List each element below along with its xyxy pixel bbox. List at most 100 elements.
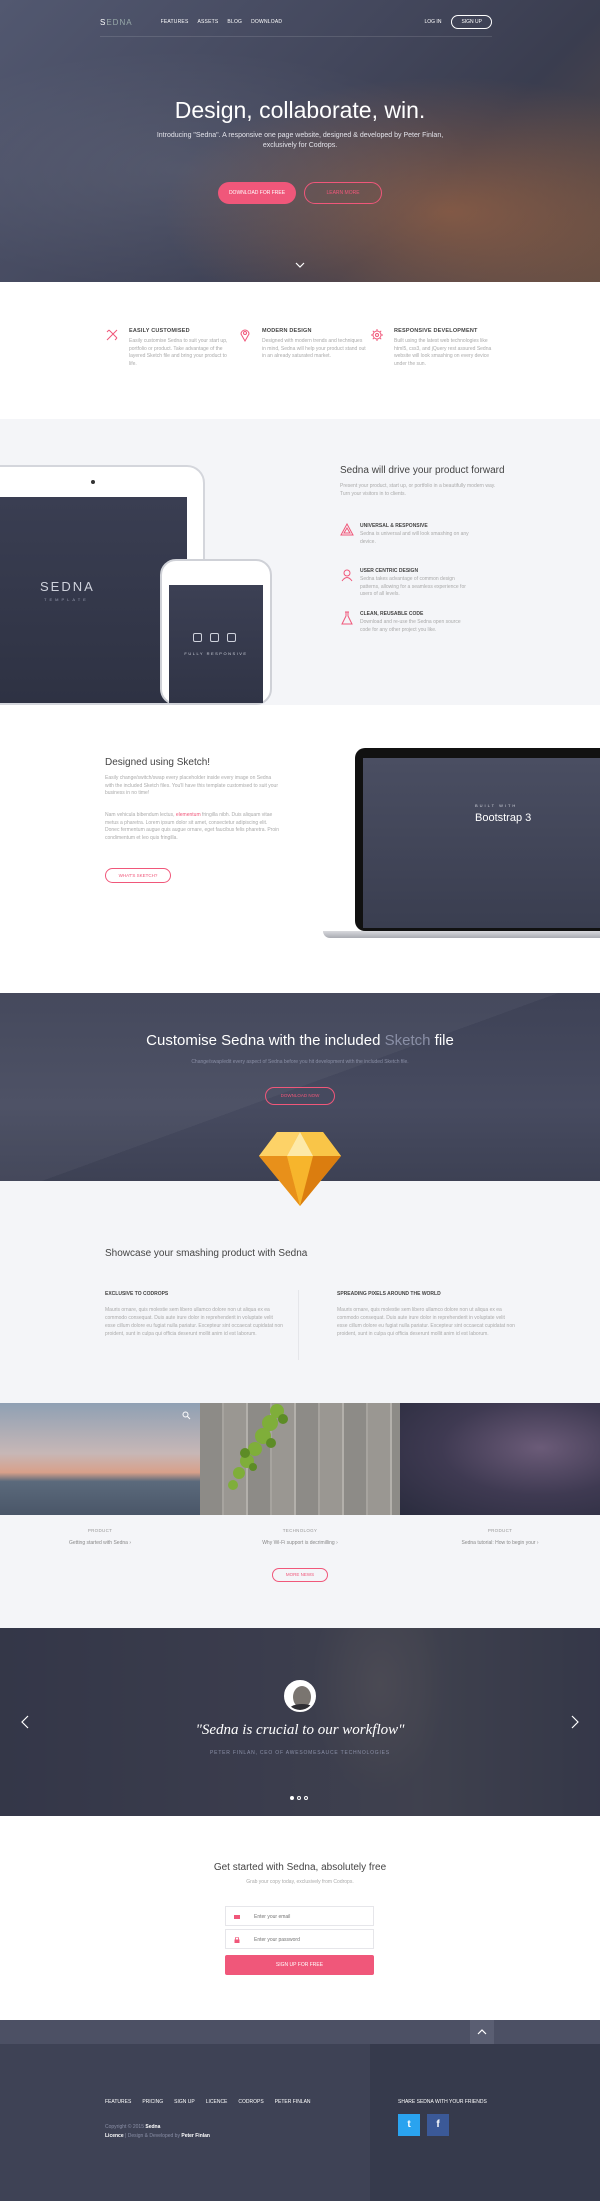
nav-link-download[interactable]: DOWNLOAD — [251, 19, 282, 25]
download-free-button[interactable]: DOWNLOAD FOR FREE — [218, 182, 296, 204]
carousel-dots — [290, 1796, 308, 1800]
blog-category: PRODUCT — [87, 1528, 113, 1533]
ipad-logo: SEDNA — [40, 579, 95, 594]
blog-category: TECHNOLOGY — [282, 1528, 318, 1533]
footer-link-licence[interactable]: LICENCE — [206, 2099, 228, 2105]
devices-item-title: CLEAN, REUSABLE CODE — [360, 611, 424, 617]
user-icon — [341, 569, 353, 582]
devices-item-text: Download and re-use the Sedna open sourc… — [360, 619, 461, 633]
footer-band — [0, 2020, 600, 2044]
ipad-camera — [90, 480, 95, 484]
ivy-leaves — [228, 1404, 288, 1490]
showcase-section — [0, 1181, 600, 1403]
envelope-icon — [234, 1915, 240, 1919]
customise-heading: Customise Sedna with the included Sketch… — [0, 1032, 600, 1049]
carousel-dot[interactable] — [304, 1796, 308, 1800]
gear-icon — [371, 329, 383, 341]
author-link[interactable]: Peter Finlan — [181, 2133, 210, 2139]
iphone-mockup: FULLY RESPONSIVE — [160, 559, 272, 705]
feature-title: MODERN DESIGN — [262, 328, 312, 334]
password-field — [225, 1929, 374, 1949]
back-to-top-button[interactable] — [470, 2020, 494, 2044]
signup-button[interactable]: SIGN UP — [451, 15, 492, 29]
footer-link-signup[interactable]: SIGN UP — [174, 2099, 195, 2105]
customise-subtitle: Change/swap/edit every aspect of Sedna b… — [191, 1059, 409, 1065]
feature-text: Easily customise Sedna to suit your star… — [129, 338, 228, 367]
logo-rest: EDNA — [106, 17, 133, 27]
sketch-text: Nam vehicula bibendum lectus, — [105, 812, 176, 818]
testimonial-author: PETER FINLAN, CEO OF AWESOMESAUCE TECHNO… — [210, 1750, 390, 1756]
lock-icon — [234, 1937, 240, 1943]
iphone-caption: FULLY RESPONSIVE — [184, 651, 248, 656]
credits-text: | Design & Developed by — [123, 2133, 182, 2139]
blog-post-title[interactable]: Why Wi-Fi support is decrimilling › — [200, 1540, 400, 1546]
copyright-text: Copyright © 2015 — [105, 2124, 146, 2130]
blog-post-title[interactable]: Sedna tutorial: How to begin your › — [400, 1540, 600, 1546]
carousel-dot[interactable] — [297, 1796, 301, 1800]
tools-icon — [106, 329, 118, 341]
bootstrap-label: Bootstrap 3 — [475, 812, 532, 824]
chevron-right-icon: › — [129, 1540, 131, 1546]
nav-link-assets[interactable]: ASSETS — [197, 19, 218, 25]
email-input[interactable] — [254, 1909, 364, 1924]
password-input[interactable] — [254, 1932, 364, 1947]
email-field — [225, 1906, 374, 1926]
logo[interactable]: SEDNA — [100, 18, 133, 27]
feature-text: Designed with modern trends and techniqu… — [262, 338, 366, 359]
footer-link-peter-finlan[interactable]: PETER FINLAN — [275, 2099, 311, 2105]
copyright-brand: Sedna — [145, 2124, 161, 2130]
feature-text: Built using the latest web technologies … — [394, 338, 492, 367]
customise-heading-text: Customise Sedna with the included — [146, 1032, 385, 1049]
chevron-right-icon[interactable] — [570, 1714, 580, 1730]
share-heading: SHARE SEDNA WITH YOUR FRIENDS — [398, 2099, 487, 2105]
nav-link-features[interactable]: FEATURES — [161, 19, 189, 25]
blog-image-space[interactable] — [400, 1403, 600, 1515]
facebook-icon[interactable]: f — [427, 2114, 449, 2136]
devices-item-text: Sedna is universal and will look smashin… — [360, 531, 469, 545]
sketch-diamond-icon — [259, 1132, 341, 1206]
nav-link-blog[interactable]: BLOG — [227, 19, 242, 25]
download-now-button[interactable]: DOWNLOAD NOW — [265, 1087, 335, 1105]
nav-actions: LOG IN SIGN UP — [424, 15, 492, 29]
footer-link-codrops[interactable]: CODROPS — [238, 2099, 263, 2105]
flask-icon — [341, 611, 353, 625]
licence-link[interactable]: Licence — [105, 2133, 124, 2139]
blog-image-sunset[interactable] — [0, 1403, 200, 1515]
blog-category: PRODUCT — [487, 1528, 513, 1533]
footer — [0, 2044, 600, 2201]
macbook-screen: BUILT WITH Bootstrap 3 — [363, 758, 600, 928]
hero-title: Design, collaborate, win. — [174, 97, 426, 123]
showcase-divider — [298, 1290, 299, 1360]
blog-image-ivy[interactable] — [200, 1403, 400, 1515]
nav-links: FEATURES ASSETS BLOG DOWNLOAD — [161, 19, 283, 25]
sketch-paragraph-1: Easily change/switch/swap every placehol… — [105, 775, 278, 796]
footer-link-pricing[interactable]: PRICING — [142, 2099, 163, 2105]
signup-free-button[interactable]: SIGN UP FOR FREE — [225, 1955, 374, 1975]
footer-link-features[interactable]: FEATURES — [105, 2099, 131, 2105]
search-icon[interactable] — [182, 1411, 191, 1420]
chevron-left-icon[interactable] — [20, 1714, 30, 1730]
signup-subtitle: Grab your copy today, exclusively from C… — [246, 1879, 354, 1885]
iphone-device-icons — [193, 633, 236, 642]
testimonial-quote: "Sedna is crucial to our workflow" — [195, 1722, 405, 1738]
devices-item-title: UNIVERSAL & RESPONSIVE — [360, 523, 428, 529]
nav-divider — [100, 36, 492, 37]
blog-post-title-text: Sedna tutorial: How to begin your — [461, 1540, 536, 1546]
footer-links: FEATURES PRICING SIGN UP LICENCE CODROPS… — [105, 2099, 311, 2105]
whats-sketch-button[interactable]: WHAT'S SKETCH? — [105, 868, 171, 883]
pin-icon — [240, 329, 250, 342]
blog-post-title[interactable]: Getting started with Sedna › — [0, 1540, 200, 1546]
showcase-col1-text: Mauris ornare, quis molestie sem libero … — [105, 1307, 283, 1337]
desktop-icon — [227, 633, 236, 642]
carousel-dot-active[interactable] — [290, 1796, 294, 1800]
more-news-button[interactable]: MORE NEWS — [272, 1568, 328, 1582]
hero-section: SEDNA FEATURES ASSETS BLOG DOWNLOAD LOG … — [0, 0, 600, 282]
tablet-icon — [210, 633, 219, 642]
login-link[interactable]: LOG IN — [424, 19, 441, 25]
elementum-link[interactable]: elementum — [176, 812, 201, 818]
twitter-icon[interactable]: t — [398, 2114, 420, 2136]
chevron-down-icon[interactable] — [294, 261, 306, 269]
learn-more-button[interactable]: LEARN MORE — [304, 182, 382, 204]
credits-line: Licence | Design & Developed by Peter Fi… — [105, 2132, 210, 2141]
top-nav: SEDNA FEATURES ASSETS BLOG DOWNLOAD LOG … — [100, 15, 492, 29]
